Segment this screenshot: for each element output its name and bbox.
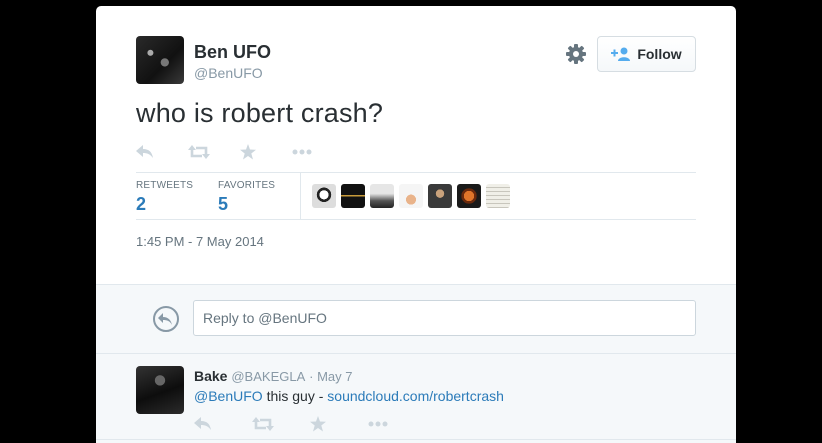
tweet-timestamp[interactable]: 1:45 PM - 7 May 2014	[136, 234, 264, 249]
reply-date[interactable]: · May 7	[309, 369, 352, 384]
favoriter-avatar[interactable]	[312, 184, 336, 208]
author-handle[interactable]: @BenUFO	[194, 65, 263, 81]
retweets-count[interactable]: 2	[136, 194, 146, 215]
reply-composer	[96, 284, 736, 354]
retweets-label: RETWEETS	[136, 180, 194, 191]
follow-user-icon	[611, 46, 631, 62]
tweet-card: Ben UFO @BenUFO Follow who is robert cra…	[96, 6, 736, 443]
stats-divider-top	[136, 172, 696, 173]
reply-author-avatar[interactable]	[136, 366, 184, 414]
reply-text: @BenUFO this guy - soundcloud.com/robert…	[194, 388, 504, 404]
tweet-actions	[136, 142, 344, 162]
favoriter-avatar[interactable]	[428, 184, 452, 208]
favorites-count[interactable]: 5	[218, 194, 228, 215]
reply-icon	[194, 417, 212, 431]
reply-tweet-retweet-action[interactable]	[252, 414, 310, 434]
reply-link[interactable]: soundcloud.com/robertcrash	[327, 388, 504, 404]
gear-icon[interactable]	[564, 42, 588, 66]
favoriter-avatar[interactable]	[399, 184, 423, 208]
stats-divider-bottom	[136, 219, 696, 220]
reply-header: Bake @BAKEGLA · May 7	[194, 368, 353, 384]
favoriter-avatar[interactable]	[457, 184, 481, 208]
reply-text-body: this guy -	[262, 388, 328, 404]
retweet-action[interactable]	[188, 142, 240, 162]
reply-icon	[136, 145, 154, 159]
favorite-icon	[240, 144, 256, 160]
reply-mention[interactable]: @BenUFO	[194, 388, 263, 404]
reply-tweet-favorite-action[interactable]	[310, 414, 368, 434]
reply-tweet: Bake @BAKEGLA · May 7 @BenUFO this guy -…	[96, 354, 736, 443]
reply-tweet-actions	[194, 414, 426, 434]
favorite-icon	[310, 416, 326, 432]
reply-input[interactable]	[193, 300, 696, 336]
reply-author-name[interactable]: Bake	[194, 368, 227, 384]
more-action[interactable]	[292, 142, 344, 162]
follow-button[interactable]: Follow	[597, 36, 696, 72]
author-name[interactable]: Ben UFO	[194, 42, 271, 63]
follow-label: Follow	[637, 46, 682, 62]
reply-divider	[96, 439, 736, 443]
favoriter-avatars	[312, 184, 510, 208]
more-icon	[292, 149, 312, 155]
favorites-label: FAVORITES	[218, 180, 276, 191]
reply-tweet-reply-action[interactable]	[194, 414, 252, 434]
retweet-icon	[188, 145, 210, 159]
reply-action[interactable]	[136, 142, 188, 162]
user-reply-icon	[152, 305, 180, 333]
favoriter-avatar[interactable]	[341, 184, 365, 208]
stats-divider-vertical	[300, 172, 301, 219]
author-avatar[interactable]	[136, 36, 184, 84]
tweet-text: who is robert crash?	[136, 98, 384, 128]
favoriter-avatar[interactable]	[486, 184, 510, 208]
favoriter-avatar[interactable]	[370, 184, 394, 208]
reply-author-handle[interactable]: @BAKEGLA	[231, 369, 305, 384]
reply-tweet-more-action[interactable]	[368, 414, 426, 434]
retweet-icon	[252, 417, 274, 431]
more-icon	[368, 421, 388, 427]
favorite-action[interactable]	[240, 142, 292, 162]
